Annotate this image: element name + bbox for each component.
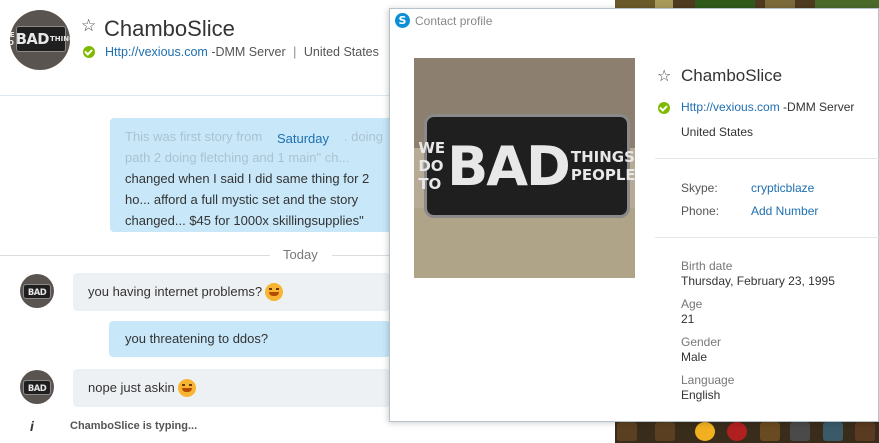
patch-word-big: BAD <box>27 286 47 297</box>
profile-name: ChamboSlice <box>681 66 783 85</box>
favorite-star-icon[interactable]: ☆ <box>81 16 96 36</box>
message-bubble-outgoing-old[interactable]: This was first story from ... had 3 acc.… <box>110 118 410 232</box>
photo-background <box>414 208 635 278</box>
birth-date-value: Thursday, February 23, 1995 <box>681 274 835 288</box>
profile-window-title: Contact profile <box>415 14 493 28</box>
patch-right-words: THINGS PEOPLE <box>571 148 635 184</box>
contact-mood: Http://vexious.com -DMM Server | United … <box>105 45 379 59</box>
patch-word-big: BAD <box>447 134 571 198</box>
online-status-icon <box>658 102 670 114</box>
patch-left-words: WE DO TO <box>418 139 445 193</box>
skype-logo-icon: S <box>395 13 410 28</box>
typing-indicator-icon: i <box>30 418 34 434</box>
skype-label: Skype: <box>681 181 718 195</box>
contact-country: United States <box>303 45 379 59</box>
message-text: you having internet problems? <box>88 284 263 299</box>
patch-word: WE DO <box>10 31 15 47</box>
message-text: you threatening to ddos? <box>125 331 269 346</box>
age-label: Age <box>681 297 703 311</box>
age-value: 21 <box>681 312 695 326</box>
language-value: English <box>681 388 721 402</box>
gender-value: Male <box>681 350 708 364</box>
divider-line-right <box>332 255 390 256</box>
skype-name-value[interactable]: crypticblaze <box>751 181 814 195</box>
gender-label: Gender <box>681 335 722 349</box>
phone-label: Phone: <box>681 204 720 218</box>
patch-word: THINGS <box>570 148 635 166</box>
patch-word: THINGS <box>49 35 70 43</box>
avatar-patch-image: BAD <box>23 380 51 395</box>
message-bubble-incoming[interactable]: nope just askin <box>73 369 390 407</box>
mood-text: -DMM Server <box>783 100 855 114</box>
today-label: Today <box>283 247 318 262</box>
smile-emoji-icon <box>265 282 284 301</box>
contact-avatar[interactable]: WE DO BAD THINGS <box>10 10 70 70</box>
avatar-patch-image: BAD <box>23 284 51 299</box>
patch-word-big: BAD <box>27 382 47 393</box>
patch-word: WE DO <box>418 139 446 175</box>
mood-text: -DMM Server <box>211 45 286 59</box>
message-text: nope just askin <box>88 380 175 395</box>
language-label: Language <box>681 373 735 387</box>
birth-date-label: Birth date <box>681 259 733 273</box>
smile-emoji-icon <box>177 378 196 397</box>
divider-line-left <box>0 255 270 256</box>
patch-word-big: BAD <box>15 30 50 48</box>
contact-name[interactable]: ChamboSlice <box>104 16 235 42</box>
message-text-faded: This was first story from ... had 3 acc.… <box>125 129 383 165</box>
divider <box>655 158 879 159</box>
online-status-icon <box>83 46 95 58</box>
game-window-toolbar <box>615 420 879 443</box>
profile-title-bar[interactable]: S Contact profile <box>390 9 878 33</box>
patch-word: TO <box>418 175 442 193</box>
contact-profile-window: S Contact profile WE DO TO BAD THINGS PE… <box>389 8 879 422</box>
date-separator-saturday: Saturday <box>262 127 344 151</box>
date-separator-today: Today <box>0 245 390 265</box>
avatar-patch-image: WE DO BAD THINGS <box>10 26 70 52</box>
patch-image: WE DO TO BAD THINGS PEOPLE <box>418 114 635 218</box>
message-bubble-outgoing[interactable]: you threatening to ddos? <box>109 321 390 357</box>
add-number-link[interactable]: Add Number <box>751 204 818 218</box>
divider <box>655 237 879 238</box>
message-text: changed when I said I did same thing for… <box>125 171 370 228</box>
profile-country: United States <box>681 125 754 139</box>
message-bubble-incoming[interactable]: you having internet problems? <box>73 273 390 311</box>
sender-avatar[interactable]: BAD <box>20 370 54 404</box>
favorite-star-icon[interactable]: ☆ <box>657 66 671 86</box>
mood-link[interactable]: Http://vexious.com <box>681 100 780 114</box>
mood-separator: | <box>293 45 297 59</box>
mood-link[interactable]: Http://vexious.com <box>105 45 208 59</box>
typing-indicator-text: ChamboSlice is typing... <box>70 420 198 432</box>
profile-mood: Http://vexious.com -DMM Server <box>681 100 854 114</box>
profile-photo: WE DO TO BAD THINGS PEOPLE <box>414 58 635 278</box>
patch-word: PEOPLE <box>570 166 635 184</box>
sender-avatar[interactable]: BAD <box>20 274 54 308</box>
